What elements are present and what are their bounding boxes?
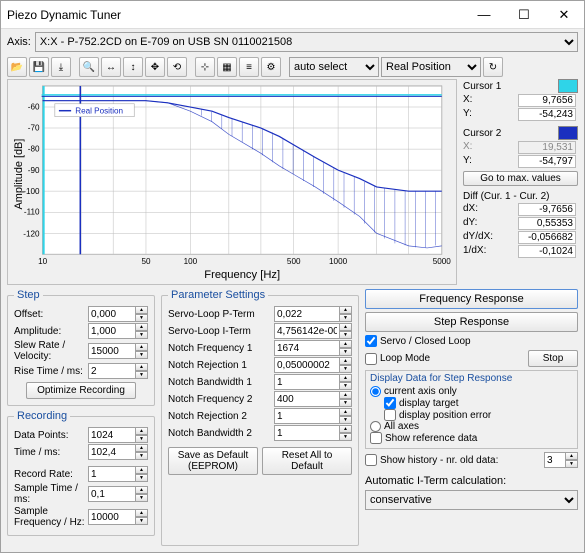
display-data-group: Display Data for Step Response current a… bbox=[365, 370, 578, 449]
toolbar-reset-zoom-icon[interactable]: ⟲ bbox=[167, 57, 187, 77]
risetime-input[interactable] bbox=[88, 363, 136, 379]
optimize-recording-button[interactable]: Optimize Recording bbox=[26, 382, 136, 399]
svg-text:-110: -110 bbox=[24, 208, 40, 217]
diff-invdx: -0,1024 bbox=[518, 245, 576, 258]
step-response-button[interactable]: Step Response bbox=[365, 312, 578, 332]
svg-text:50: 50 bbox=[141, 257, 151, 266]
pterm-input[interactable] bbox=[274, 306, 340, 322]
parameter-group: Parameter Settings Servo-Loop P-Term ▲▼ … bbox=[161, 289, 359, 546]
loop-checkbox[interactable] bbox=[365, 353, 377, 365]
svg-text:10: 10 bbox=[38, 257, 48, 266]
amplitude-input[interactable] bbox=[88, 323, 136, 339]
cursor2-title: Cursor 2 bbox=[463, 128, 501, 139]
show-history-checkbox[interactable] bbox=[365, 454, 377, 466]
bode-plot[interactable]: Real Position bbox=[7, 79, 457, 285]
cursor1-title: Cursor 1 bbox=[463, 81, 501, 92]
svg-text:-100: -100 bbox=[23, 187, 40, 196]
diff-dy: 0,55353 bbox=[518, 217, 576, 230]
toolbar-export-icon[interactable]: ⤓ bbox=[51, 57, 71, 77]
svg-text:1000: 1000 bbox=[329, 257, 348, 266]
toolbar-open-icon[interactable]: 📂 bbox=[7, 57, 27, 77]
cursor2-y[interactable]: -54,797 bbox=[518, 155, 576, 168]
samplefreq-input[interactable] bbox=[88, 509, 136, 525]
toolbar-trace-combo[interactable]: Real Position bbox=[381, 57, 481, 77]
show-reference-checkbox[interactable] bbox=[370, 432, 382, 444]
toolbar-cursor-icon[interactable]: ⊹ bbox=[195, 57, 215, 77]
toolbar-zoom-y-icon[interactable]: ↕ bbox=[123, 57, 143, 77]
cursor1-swatch[interactable] bbox=[558, 79, 578, 93]
display-target-checkbox[interactable] bbox=[384, 397, 396, 409]
cursor1-x[interactable]: 9,7656 bbox=[518, 94, 576, 107]
current-axis-radio[interactable] bbox=[370, 386, 381, 397]
toolbar: 📂 💾 ⤓ 🔍 ↔ ↕ ✥ ⟲ ⊹ ▦ ≡ ⚙ auto select Real… bbox=[1, 55, 584, 79]
history-count-input[interactable] bbox=[544, 452, 566, 468]
minimize-button[interactable]: — bbox=[464, 1, 504, 28]
svg-text:-80: -80 bbox=[28, 144, 40, 153]
titlebar: Piezo Dynamic Tuner — ☐ ✕ bbox=[1, 1, 584, 29]
recordrate-input[interactable] bbox=[88, 466, 136, 482]
notchrej1-input[interactable] bbox=[274, 357, 340, 373]
cursor1-y[interactable]: -54,243 bbox=[518, 108, 576, 121]
toolbar-grid-icon[interactable]: ▦ bbox=[217, 57, 237, 77]
sampletime-input[interactable] bbox=[88, 486, 136, 502]
recording-group: Recording Data Points: ▲▼ Time / ms: ▲▼ … bbox=[7, 410, 155, 536]
notchfreq2-input[interactable] bbox=[274, 391, 340, 407]
cursor2-x: 19,531 bbox=[518, 141, 576, 154]
all-axes-radio[interactable] bbox=[370, 421, 381, 432]
svg-text:-70: -70 bbox=[28, 124, 40, 133]
svg-text:Frequency [Hz]: Frequency [Hz] bbox=[204, 269, 280, 281]
toolbar-legend-icon[interactable]: ≡ bbox=[239, 57, 259, 77]
svg-text:Real Position: Real Position bbox=[75, 107, 123, 116]
time-input[interactable] bbox=[88, 444, 136, 460]
datapoints-input[interactable] bbox=[88, 427, 136, 443]
svg-text:Amplitude [dB]: Amplitude [dB] bbox=[13, 139, 25, 210]
svg-text:-60: -60 bbox=[28, 103, 40, 112]
svg-text:-90: -90 bbox=[28, 166, 40, 175]
svg-text:5000: 5000 bbox=[433, 257, 452, 266]
cursor2-swatch[interactable] bbox=[558, 126, 578, 140]
toolbar-config-icon[interactable]: ⚙ bbox=[261, 57, 281, 77]
stop-button[interactable]: Stop bbox=[528, 350, 578, 367]
auto-iterm-label: Automatic I-Term calculation: bbox=[365, 475, 578, 487]
notchbw2-input[interactable] bbox=[274, 425, 340, 441]
notchfreq1-input[interactable] bbox=[274, 340, 340, 356]
toolbar-zoom-x-icon[interactable]: ↔ bbox=[101, 57, 121, 77]
frequency-response-button[interactable]: Frequency Response bbox=[365, 289, 578, 309]
servo-checkbox[interactable] bbox=[365, 335, 377, 347]
maximize-button[interactable]: ☐ bbox=[504, 1, 544, 28]
spin-down-icon[interactable]: ▼ bbox=[136, 314, 148, 322]
save-default-button[interactable]: Save as Default (EEPROM) bbox=[168, 447, 258, 475]
toolbar-refresh-icon[interactable]: ↻ bbox=[483, 57, 503, 77]
go-max-button[interactable]: Go to max. values bbox=[463, 171, 578, 186]
cursor-panel: Cursor 1 X:9,7656 Y:-54,243 Cursor 2 X:1… bbox=[463, 79, 578, 285]
step-group: Step Offset: ▲▼ Amplitude: ▲▼ Slew Rate … bbox=[7, 289, 155, 406]
auto-iterm-select[interactable]: conservative bbox=[365, 490, 578, 510]
diff-dx: -9,7656 bbox=[518, 203, 576, 216]
diff-title: Diff (Cur. 1 - Cur. 2) bbox=[463, 191, 578, 202]
svg-text:500: 500 bbox=[287, 257, 301, 266]
window-title: Piezo Dynamic Tuner bbox=[7, 8, 121, 22]
iterm-input[interactable] bbox=[274, 323, 340, 339]
notchbw1-input[interactable] bbox=[274, 374, 340, 390]
slewrate-input[interactable] bbox=[88, 343, 136, 359]
axis-select[interactable]: X:X - P-752.2CD on E-709 on USB SN 01100… bbox=[35, 32, 578, 52]
svg-text:100: 100 bbox=[184, 257, 198, 266]
toolbar-autoselect-combo[interactable]: auto select bbox=[289, 57, 379, 77]
offset-input[interactable] bbox=[88, 306, 136, 322]
spin-up-icon[interactable]: ▲ bbox=[136, 306, 148, 314]
close-button[interactable]: ✕ bbox=[544, 1, 584, 28]
svg-text:-120: -120 bbox=[23, 230, 40, 239]
notchrej2-input[interactable] bbox=[274, 408, 340, 424]
reset-default-button[interactable]: Reset All to Default bbox=[262, 447, 352, 475]
axis-label: Axis: bbox=[7, 36, 31, 48]
toolbar-pan-icon[interactable]: ✥ bbox=[145, 57, 165, 77]
diff-dydx: -0,056682 bbox=[518, 231, 576, 244]
toolbar-save-icon[interactable]: 💾 bbox=[29, 57, 49, 77]
toolbar-zoom-in-icon[interactable]: 🔍 bbox=[79, 57, 99, 77]
display-error-checkbox[interactable] bbox=[384, 409, 396, 421]
